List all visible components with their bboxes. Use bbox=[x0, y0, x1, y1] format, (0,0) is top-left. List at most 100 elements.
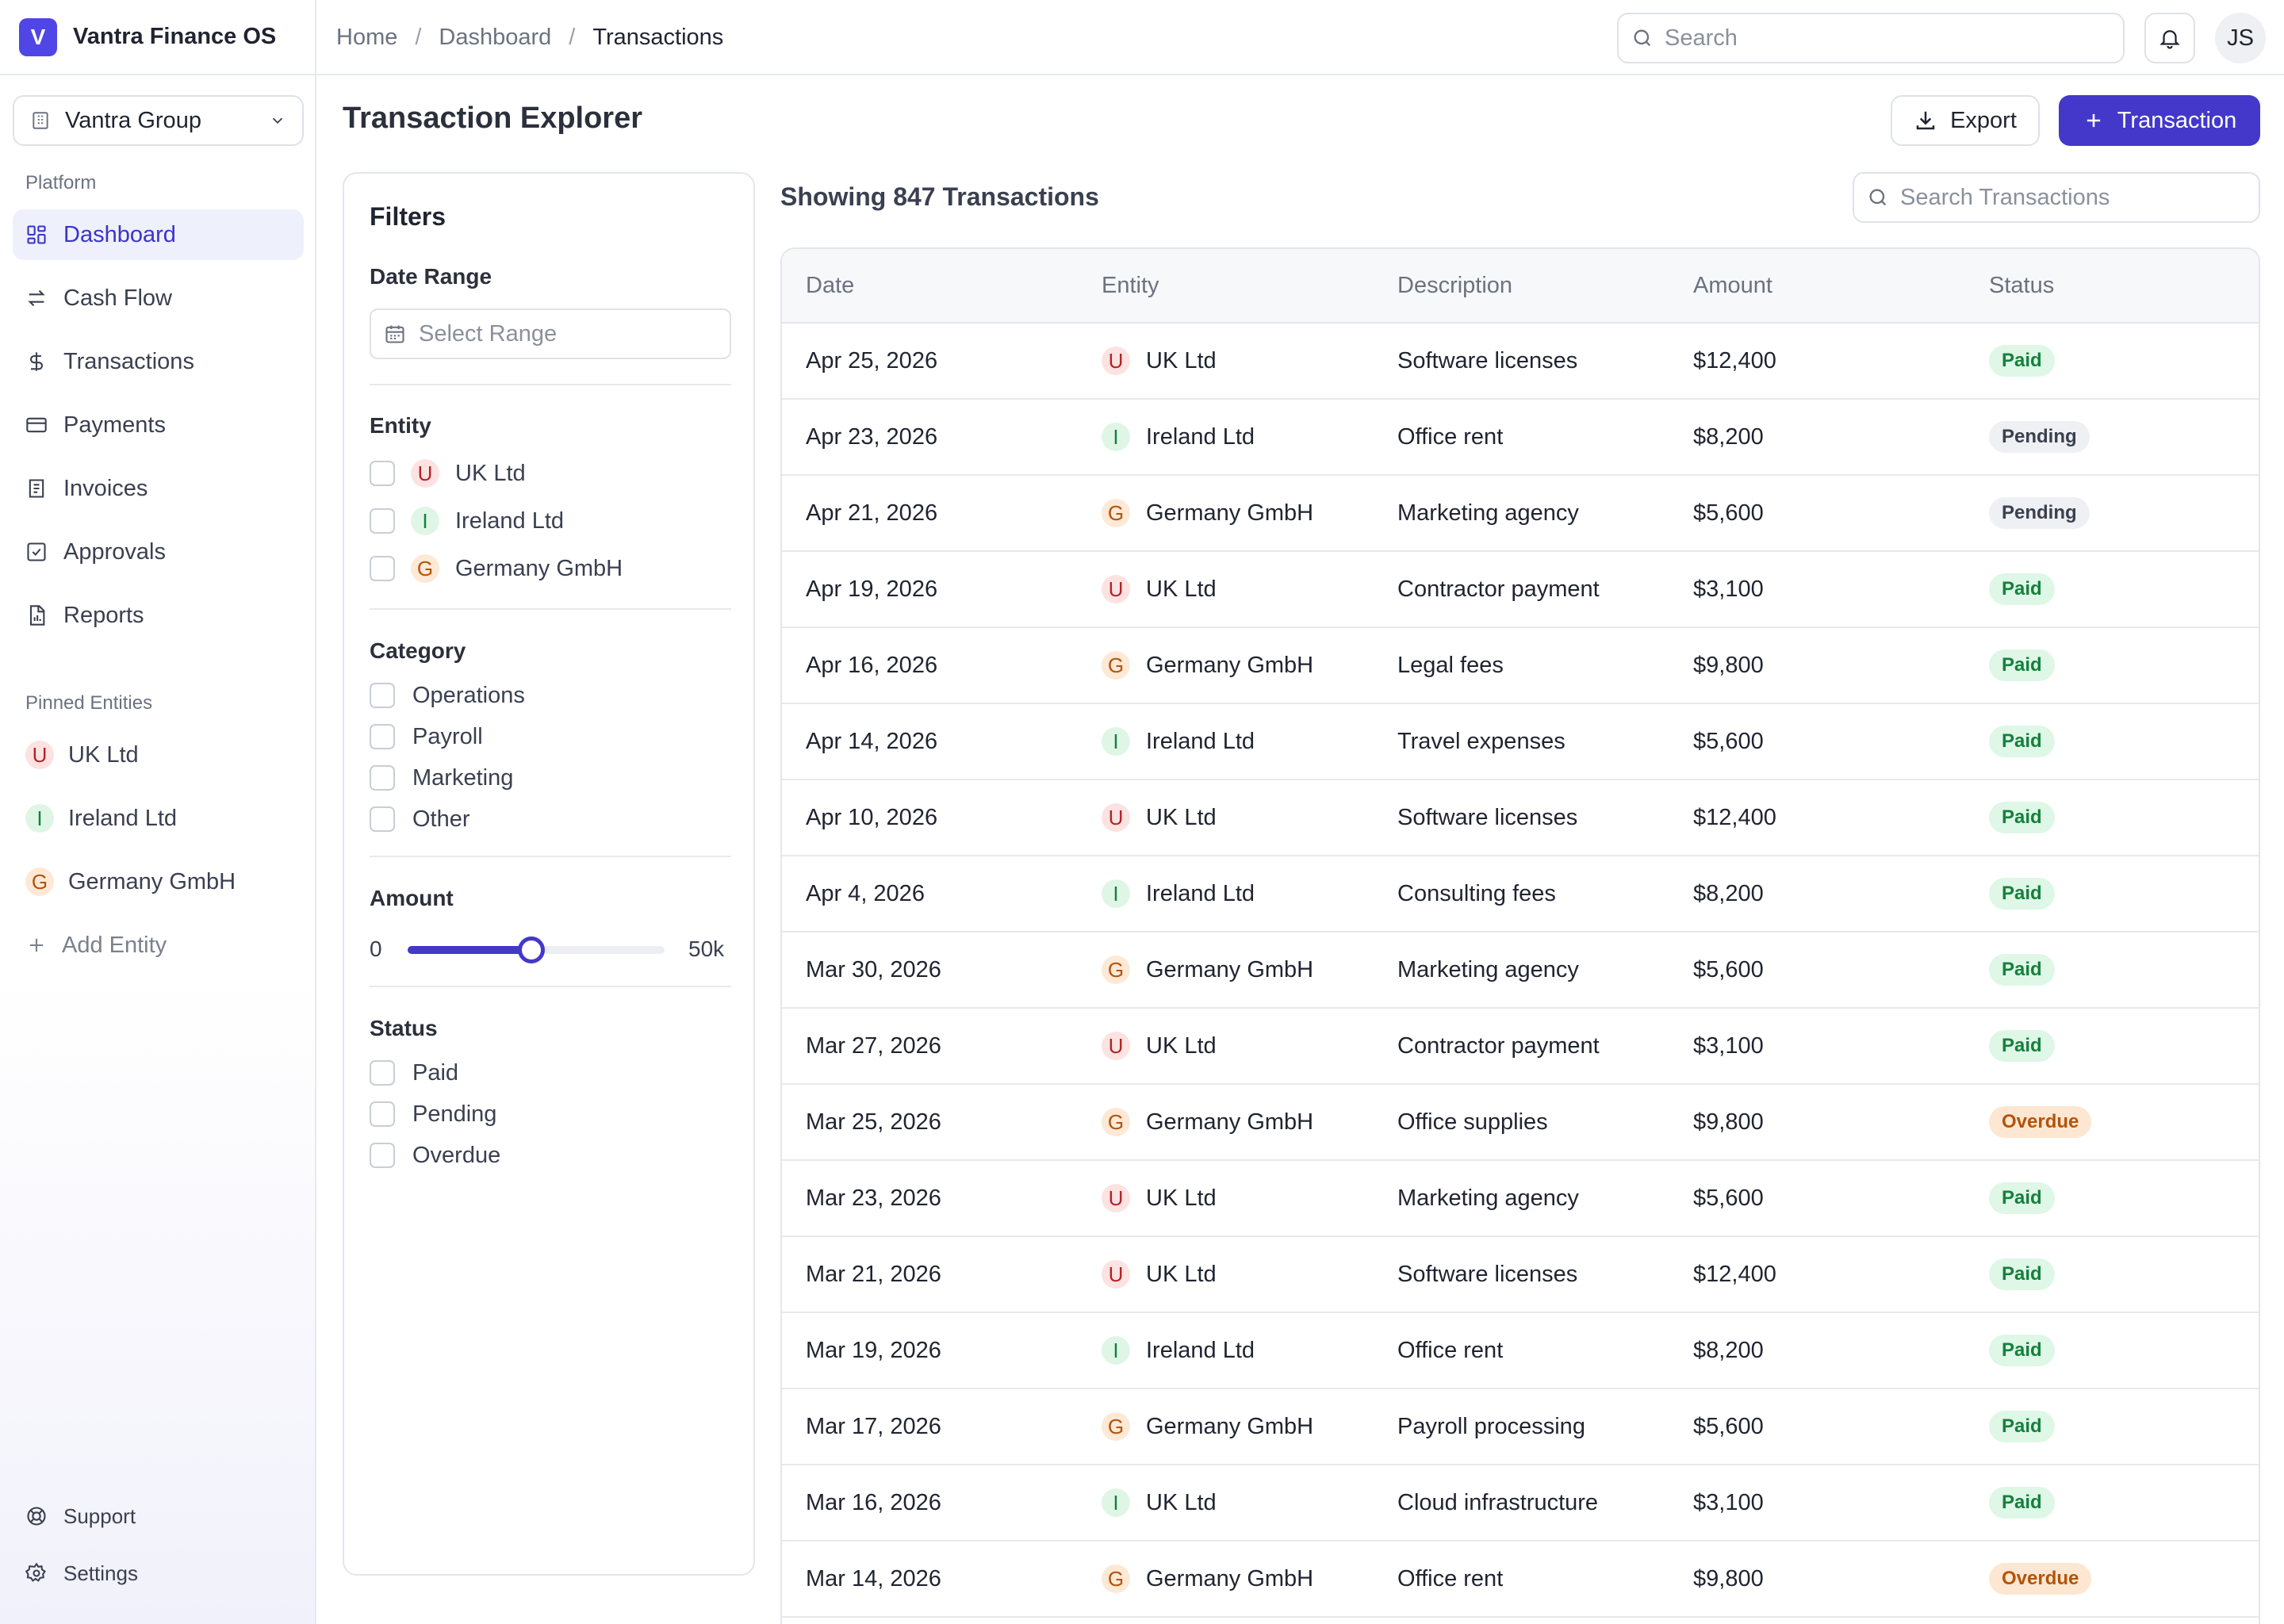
checkbox[interactable] bbox=[370, 508, 395, 534]
pinned-entity-germany[interactable]: G Germany GmbH bbox=[13, 856, 304, 907]
table-row[interactable]: Mar 14, 2026 G Germany GmbH Office rent $9,8… bbox=[782, 1542, 2259, 1618]
entity-option-germany[interactable]: G Germany GmbH bbox=[370, 551, 623, 586]
table-row[interactable]: Mar 30, 2026 G Germany GmbH Marketing agenc… bbox=[782, 933, 2259, 1009]
calendar-icon bbox=[384, 323, 406, 345]
table-row[interactable]: Mar 27, 2026 U UK Ltd Contractor payment $3,… bbox=[782, 1009, 2259, 1085]
table-row[interactable]: Apr 10, 2026 U UK Ltd Software licenses $12,… bbox=[782, 780, 2259, 856]
cell-entity: U UK Ltd bbox=[1102, 803, 1217, 832]
export-button[interactable]: Export bbox=[1891, 95, 2040, 146]
checkbox[interactable] bbox=[370, 683, 395, 708]
breadcrumb-dashboard[interactable]: Dashboard bbox=[439, 25, 551, 51]
category-option-marketing[interactable]: Marketing bbox=[370, 760, 513, 795]
sidebar-item-invoices[interactable]: Invoices bbox=[13, 463, 304, 514]
plus-icon bbox=[25, 934, 48, 956]
pinned-entity-ireland[interactable]: I Ireland Ltd bbox=[13, 793, 304, 844]
table-search-input[interactable] bbox=[1900, 184, 2214, 211]
sidebar-item-transactions[interactable]: Transactions bbox=[13, 336, 304, 387]
global-search[interactable] bbox=[1617, 13, 2125, 63]
sidebar-item-reports[interactable]: Reports bbox=[13, 590, 304, 641]
breadcrumb-home[interactable]: Home bbox=[336, 25, 397, 51]
cell-amount: $5,600 bbox=[1693, 956, 1764, 982]
settings-link[interactable]: Settings bbox=[13, 1551, 304, 1595]
status-badge: Paid bbox=[1989, 802, 2055, 833]
cell-description: Cloud infrastructure bbox=[1397, 1489, 1599, 1515]
sidebar-item-payments[interactable]: Payments bbox=[13, 400, 304, 450]
entity-avatar: U bbox=[411, 459, 439, 488]
checkbox[interactable] bbox=[370, 1143, 395, 1168]
cell-status: Pending bbox=[1989, 497, 2090, 529]
pinned-entity-label: Ireland Ltd bbox=[68, 805, 178, 831]
table-row[interactable]: Mar 16, 2026 I UK Ltd Cloud infrastructure $… bbox=[782, 1465, 2259, 1542]
category-option-operations[interactable]: Operations bbox=[370, 678, 525, 713]
table-row[interactable]: Apr 4, 2026 I Ireland Ltd Consulting fees $8… bbox=[782, 856, 2259, 933]
divider bbox=[370, 986, 731, 987]
category-option-other[interactable]: Other bbox=[370, 802, 470, 837]
cell-entity: I UK Ltd bbox=[1102, 1488, 1217, 1517]
table-row[interactable]: Apr 25, 2026 U UK Ltd Software licenses $12,… bbox=[782, 324, 2259, 400]
table-row[interactable]: Apr 16, 2026 G Germany GmbH Legal fees $9,80… bbox=[782, 628, 2259, 704]
user-avatar[interactable]: JS bbox=[2215, 13, 2266, 63]
arrows-swap-icon bbox=[25, 287, 48, 309]
support-link[interactable]: Support bbox=[13, 1494, 304, 1538]
checkbox[interactable] bbox=[370, 806, 395, 832]
table-row[interactable]: Apr 14, 2026 I Ireland Ltd Travel expenses $… bbox=[782, 704, 2259, 780]
notifications-button[interactable] bbox=[2144, 13, 2195, 63]
checkbox[interactable] bbox=[370, 556, 395, 581]
column-header-entity[interactable]: Entity bbox=[1102, 273, 1159, 299]
cell-entity: G Germany GmbH bbox=[1102, 499, 1313, 527]
new-transaction-button[interactable]: Transaction bbox=[2059, 95, 2260, 146]
cell-amount: $8,200 bbox=[1693, 423, 1764, 450]
column-header-date[interactable]: Date bbox=[806, 273, 854, 299]
table-row[interactable]: Mar 17, 2026 G Germany GmbH Payroll process… bbox=[782, 1389, 2259, 1465]
status-option-overdue[interactable]: Overdue bbox=[370, 1138, 500, 1173]
checkbox[interactable] bbox=[370, 1101, 395, 1127]
checkbox[interactable] bbox=[370, 461, 395, 486]
status-option-pending[interactable]: Pending bbox=[370, 1097, 496, 1132]
cell-amount: $12,400 bbox=[1693, 1261, 1776, 1287]
search-input[interactable] bbox=[1665, 25, 2058, 52]
sidebar-item-dashboard[interactable]: Dashboard bbox=[13, 209, 304, 260]
status-option-label: Paid bbox=[412, 1059, 459, 1086]
entity-option-ireland[interactable]: I Ireland Ltd bbox=[370, 504, 564, 538]
column-header-status[interactable]: Status bbox=[1989, 273, 2054, 299]
checkbox[interactable] bbox=[370, 724, 395, 749]
cell-status: Paid bbox=[1989, 726, 2055, 757]
sidebar-item-label: Approvals bbox=[63, 538, 166, 565]
org-switcher[interactable]: Vantra Group bbox=[13, 95, 304, 146]
page-title: Transaction Explorer bbox=[343, 102, 643, 135]
column-header-description[interactable]: Description bbox=[1397, 273, 1512, 299]
pinned-entity-uk[interactable]: U UK Ltd bbox=[13, 730, 304, 780]
cell-description: Office supplies bbox=[1397, 1109, 1548, 1135]
sidebar-item-cash-flow[interactable]: Cash Flow bbox=[13, 273, 304, 324]
date-range-picker[interactable] bbox=[370, 308, 731, 359]
brand-logo[interactable]: V bbox=[19, 17, 57, 56]
add-entity-button[interactable]: Add Entity bbox=[13, 920, 304, 971]
entity-avatar: I bbox=[1102, 1488, 1130, 1517]
status-option-paid[interactable]: Paid bbox=[370, 1055, 458, 1090]
checkbox[interactable] bbox=[370, 1060, 395, 1086]
checkbox[interactable] bbox=[370, 765, 395, 791]
sidebar-item-approvals[interactable]: Approvals bbox=[13, 527, 304, 577]
entity-name: UK Ltd bbox=[1146, 1032, 1217, 1059]
entity-avatar: I bbox=[1102, 423, 1130, 451]
table-row[interactable]: Apr 21, 2026 G Germany GmbH Marketing agenc… bbox=[782, 476, 2259, 552]
date-range-input[interactable] bbox=[419, 320, 696, 347]
entity-option-label: Ireland Ltd bbox=[455, 508, 565, 534]
category-option-payroll[interactable]: Payroll bbox=[370, 719, 483, 754]
table-row[interactable]: Mar 23, 2026 U UK Ltd Marketing agency $5,60… bbox=[782, 1161, 2259, 1237]
table-body: Apr 25, 2026 U UK Ltd Software licenses $12,… bbox=[782, 324, 2259, 1618]
table-row[interactable]: Mar 19, 2026 I Ireland Ltd Office rent $8,20… bbox=[782, 1313, 2259, 1389]
amount-slider-thumb[interactable] bbox=[517, 936, 545, 963]
table-row[interactable]: Apr 23, 2026 I Ireland Ltd Office rent $8,20… bbox=[782, 400, 2259, 476]
status-badge: Paid bbox=[1989, 1487, 2055, 1519]
entity-option-uk[interactable]: U UK Ltd bbox=[370, 456, 526, 491]
table-row[interactable]: Mar 25, 2026 G Germany GmbH Office supplies… bbox=[782, 1085, 2259, 1161]
entity-avatar: U bbox=[1102, 1032, 1130, 1060]
column-header-amount[interactable]: Amount bbox=[1693, 273, 1772, 299]
table-row[interactable]: Mar 21, 2026 U UK Ltd Software licenses $12,… bbox=[782, 1237, 2259, 1313]
cell-amount: $5,600 bbox=[1693, 500, 1764, 526]
breadcrumb-separator: / bbox=[415, 25, 422, 50]
table-search[interactable] bbox=[1853, 172, 2260, 223]
table-row[interactable]: Apr 19, 2026 U UK Ltd Contractor payment $3,… bbox=[782, 552, 2259, 628]
cell-description: Marketing agency bbox=[1397, 500, 1579, 526]
